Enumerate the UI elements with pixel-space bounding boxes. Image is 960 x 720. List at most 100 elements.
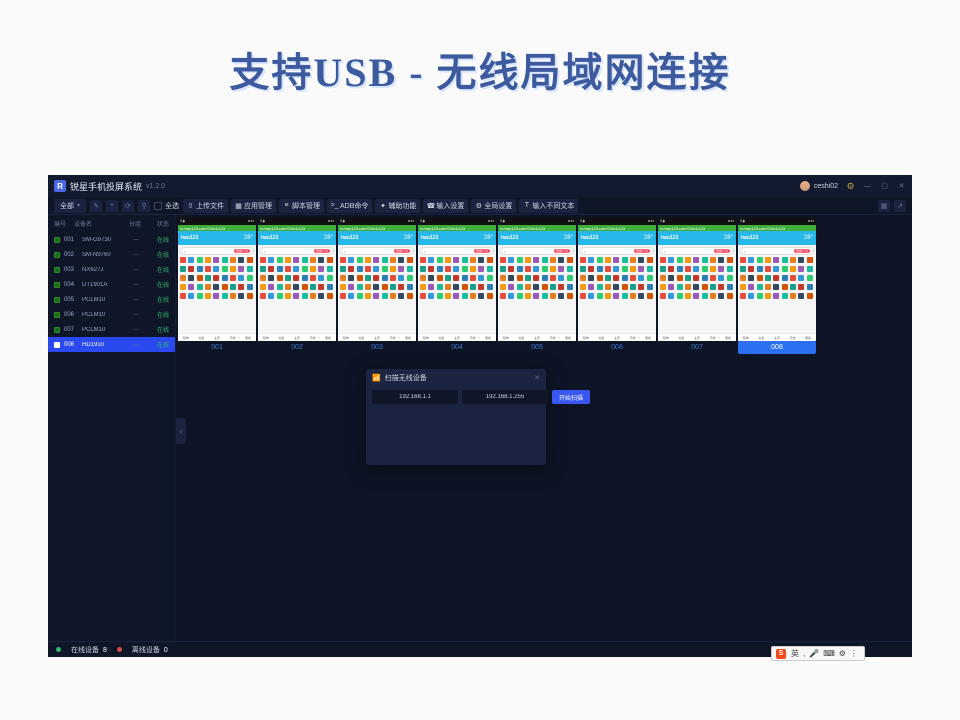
device-sidebar: 编号 设备名 分组 状态 001SM-G9730—在线002SM-N9760—在… [48,215,176,641]
phone-screen: ⚲ ▮8:47m.hao123.com/?vit=h123hao12328°⌕百… [258,217,336,341]
phone-screen: ⚲ ▮8:47m.hao123.com/?vit=h123hao12328°⌕百… [498,217,576,341]
device-row-004[interactable]: 004DT1901A—在线 [48,277,175,292]
phone-label: 008 [738,341,816,354]
row-checkbox[interactable] [54,312,60,318]
user-menu[interactable]: ceshi02 [800,181,838,191]
ime-item[interactable]: , [803,649,805,658]
select-all-checkbox[interactable]: 全选 [154,201,179,211]
toolbar-apps-button[interactable]: ▦应用管理 [231,199,276,213]
row-checkbox[interactable] [54,342,60,348]
ime-item[interactable]: ⌨ [823,649,835,658]
wifi-icon[interactable]: ⚲ [138,200,150,212]
ime-item[interactable]: ⚙ [839,649,846,658]
user-name: ceshi02 [814,183,838,190]
ip-from-input[interactable] [372,390,458,404]
edit-icon[interactable]: ✎ [90,200,102,212]
toolbar-tool-button[interactable]: ✦辅助功能 [375,199,420,213]
phone-screen: ⚲ ▮8:47m.hao123.com/?vit=h123hao12328°⌕百… [418,217,496,341]
phone-001[interactable]: ⚲ ▮8:47m.hao123.com/?vit=h123hao12328°⌕百… [178,217,256,354]
device-row-005[interactable]: 005PCLM10—在线 [48,292,175,307]
sidebar-collapse-handle[interactable]: ‹ [176,418,186,444]
phone-002[interactable]: ⚲ ▮8:47m.hao123.com/?vit=h123hao12328°⌕百… [258,217,336,354]
phone-label: 004 [418,341,496,354]
device-row-003[interactable]: 003NX627J—在线 [48,262,175,277]
terminal-icon: >_ [331,202,338,209]
grid-view-icon[interactable]: ▦ [878,200,890,212]
phone-007[interactable]: ⚲ ▮8:47m.hao123.com/?vit=h123hao12328°⌕百… [658,217,736,354]
phone-label: 005 [498,341,576,354]
ime-item[interactable]: 英 [791,649,799,658]
device-row-002[interactable]: 002SM-N9760—在线 [48,247,175,262]
phone-screen: ⚲ ▮8:47m.hao123.com/?vit=h123hao12328°⌕百… [738,217,816,341]
maximize-icon[interactable] [880,182,889,191]
add-icon[interactable]: + [106,200,118,212]
row-checkbox[interactable] [54,297,60,303]
close-icon[interactable] [897,182,906,191]
ime-item[interactable]: 🎤 [809,649,819,658]
app-title: 锐星手机投屏系统 [70,180,142,193]
start-scan-button[interactable]: 开始扫描 [552,390,590,404]
app-window: R 锐星手机投屏系统 v1.2.0 ceshi02 全部 ✎ + ⟳ ⚲ 全选 … [48,175,912,657]
row-checkbox[interactable] [54,282,60,288]
row-checkbox[interactable] [54,252,60,258]
wifi-icon [372,374,381,382]
app-version: v1.2.0 [146,183,165,190]
phone-screen: ⚲ ▮8:47m.hao123.com/?vit=h123hao12328°⌕百… [338,217,416,341]
gear-icon[interactable] [846,182,855,191]
minimize-icon[interactable] [863,182,872,191]
offline-dot-icon [117,647,122,652]
hero-title: 支持USB - 无线局域网连接 [0,0,960,118]
ime-toolbar[interactable]: S 英, 🎤 ⌨ ⚙ ⋮ [771,646,865,661]
device-grid: ⚲ ▮8:47m.hao123.com/?vit=h123hao12328°⌕百… [176,215,912,356]
dialog-close-icon[interactable] [534,374,540,382]
toolbar-text-button[interactable]: T输入不同文本 [519,199,578,213]
script-icon: ≡ [283,202,290,209]
app-logo-icon: R [54,180,66,192]
phone-003[interactable]: ⚲ ▮8:47m.hao123.com/?vit=h123hao12328°⌕百… [338,217,416,354]
phone-screen: ⚲ ▮8:47m.hao123.com/?vit=h123hao12328°⌕百… [578,217,656,341]
row-checkbox[interactable] [54,327,60,333]
detach-icon[interactable]: ↗ [894,200,906,212]
phone-label: 003 [338,341,416,354]
refresh-icon[interactable]: ⟳ [122,200,134,212]
phone-label: 001 [178,341,256,354]
device-row-008[interactable]: 008HD1910—在线 [48,337,175,352]
toolbar-phone-button[interactable]: ☎输入设置 [423,199,468,213]
device-row-006[interactable]: 006PCLM10—在线 [48,307,175,322]
phone-screen: ⚲ ▮8:47m.hao123.com/?vit=h123hao12328°⌕百… [658,217,736,341]
upload-icon: ⇧ [187,202,194,209]
phone-006[interactable]: ⚲ ▮8:47m.hao123.com/?vit=h123hao12328°⌕百… [578,217,656,354]
ime-logo-icon: S [776,649,786,659]
toolbar-script-button[interactable]: ≡脚本管理 [279,199,324,213]
phone-label: 007 [658,341,736,354]
toolbar-gear-button[interactable]: ⚙全局设置 [471,199,516,213]
device-row-001[interactable]: 001SM-G9730—在线 [48,232,175,247]
tool-icon: ✦ [379,202,386,209]
online-dot-icon [56,647,61,652]
avatar [800,181,810,191]
phone-label: 006 [578,341,656,354]
main-area: ⚲ ▮8:47m.hao123.com/?vit=h123hao12328°⌕百… [176,215,912,641]
phone-label: 002 [258,341,336,354]
ime-item[interactable]: ⋮ [850,649,858,658]
filter-dropdown[interactable]: 全部 [54,199,86,213]
apps-icon: ▦ [235,202,242,209]
phone-icon: ☎ [427,202,434,209]
ip-to-input[interactable] [462,390,548,404]
row-checkbox[interactable] [54,237,60,243]
toolbar: 全部 ✎ + ⟳ ⚲ 全选 ⇧上传文件▦应用管理≡脚本管理>_ADB命令✦辅助功… [48,197,912,215]
toolbar-terminal-button[interactable]: >_ADB命令 [327,199,372,213]
sidebar-header: 编号 设备名 分组 状态 [48,215,175,232]
device-row-007[interactable]: 007PCLM10—在线 [48,322,175,337]
phone-008[interactable]: ⚲ ▮8:47m.hao123.com/?vit=h123hao12328°⌕百… [738,217,816,354]
phone-screen: ⚲ ▮8:47m.hao123.com/?vit=h123hao12328°⌕百… [178,217,256,341]
phone-005[interactable]: ⚲ ▮8:47m.hao123.com/?vit=h123hao12328°⌕百… [498,217,576,354]
dialog-title: 扫描无线设备 [385,373,427,383]
phone-004[interactable]: ⚲ ▮8:47m.hao123.com/?vit=h123hao12328°⌕百… [418,217,496,354]
scan-dialog: 扫描无线设备 开始扫描 [366,369,546,465]
toolbar-upload-button[interactable]: ⇧上传文件 [183,199,228,213]
row-checkbox[interactable] [54,267,60,273]
titlebar: R 锐星手机投屏系统 v1.2.0 ceshi02 [48,175,912,197]
text-icon: T [523,202,530,209]
gear-icon: ⚙ [475,202,482,209]
